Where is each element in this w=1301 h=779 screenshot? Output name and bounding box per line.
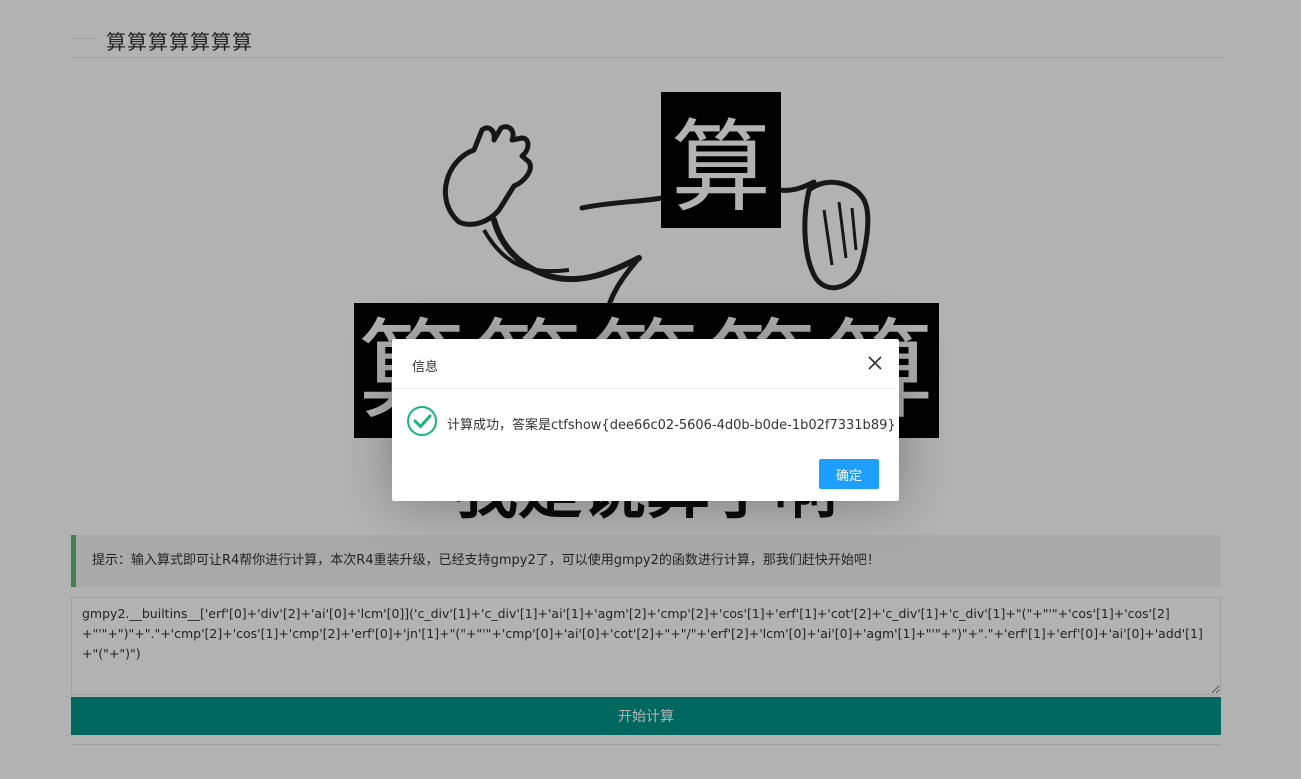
dialog-body: 计算成功，答案是ctfshow{dee66c02-5606-4d0b-b0de-… — [392, 389, 899, 453]
success-check-icon — [406, 405, 438, 437]
page: 算算算算算算算 算 算 算 算 算 算 — [0, 0, 1301, 779]
dialog-header: 信息 — [392, 339, 899, 389]
dialog-message: 计算成功，答案是ctfshow{dee66c02-5606-4d0b-b0de-… — [447, 418, 896, 433]
confirm-button[interactable]: 确定 — [819, 459, 879, 489]
close-icon[interactable] — [867, 355, 883, 371]
info-dialog: 信息 计算成功，答案是ctfshow{dee66c02-5606-4d0b-b0… — [392, 339, 899, 501]
dialog-title: 信息 — [412, 360, 439, 375]
